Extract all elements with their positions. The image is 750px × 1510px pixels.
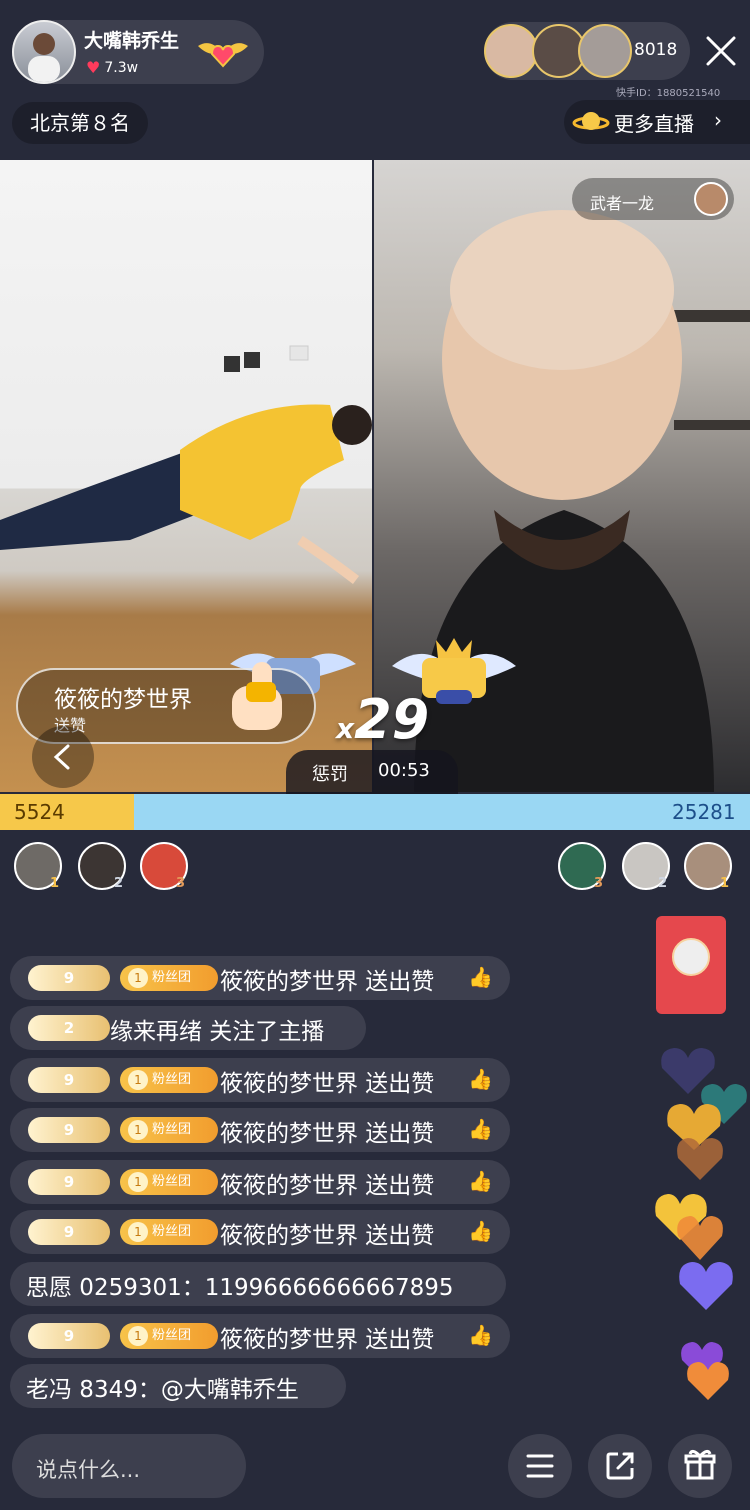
like-emoji-icon: 👍 (468, 1169, 493, 1193)
red-packet-button[interactable] (656, 916, 726, 1014)
chat-text: 筱筱的梦世界 送出赞 (220, 1223, 435, 1249)
chat-text: 筱筱的梦世界 送出赞 (220, 1121, 435, 1147)
wing-heart-badge-icon[interactable] (194, 34, 252, 72)
planet-icon (572, 112, 610, 130)
opponent-avatar[interactable] (694, 182, 728, 216)
host-like-count: ♥ 7.3w (86, 58, 139, 77)
heart-icon: ♥ (86, 58, 101, 77)
chat-text: 缘来再绪 关注了主播 (110, 1019, 325, 1045)
level-badge: 9 (28, 965, 110, 991)
chat-text: 筱筱的梦世界 送出赞 (220, 1173, 435, 1199)
chat-message[interactable]: 9 1 粉丝团 筱筱的梦世界 送出赞 👍 (10, 1210, 510, 1254)
chat-text: 筱筱的梦世界 送出赞 (220, 1071, 435, 1097)
viewer-avatar[interactable] (578, 24, 632, 78)
comment-placeholder: 说点什么... (36, 1458, 141, 1482)
menu-icon (526, 1454, 554, 1478)
contributor-rank: 3 (594, 876, 604, 891)
chat-message[interactable]: 9 1 粉丝团 筱筱的梦世界 送出赞 👍 (10, 956, 510, 1000)
host-name: 大嘴韩乔生 (84, 30, 180, 52)
contributor-rank: 3 (176, 876, 186, 891)
score-left: 5524 (14, 800, 65, 824)
gift-sender-name: 筱筱的梦世界 (54, 687, 192, 713)
gift-button[interactable] (668, 1434, 732, 1498)
fan-club-badge: 1 粉丝团 (120, 1219, 218, 1245)
penalty-timer: 00:53 (378, 760, 430, 781)
like-multiplier: x29 (336, 688, 430, 751)
fan-club-badge: 1 粉丝团 (120, 1323, 218, 1349)
fan-club-badge: 1 粉丝团 (120, 1169, 218, 1195)
opponent-name: 武者一龙 (590, 194, 655, 213)
menu-button[interactable] (508, 1434, 572, 1498)
level-badge: 9 (28, 1169, 110, 1195)
like-emoji-icon: 👍 (468, 1323, 493, 1347)
like-emoji-icon: 👍 (468, 1219, 493, 1243)
score-right: 25281 (672, 800, 736, 824)
red-packet-avatar (672, 938, 710, 976)
level-badge: 9 (28, 1117, 110, 1143)
score-bar-right (134, 794, 750, 830)
thumbs-up-icon (232, 662, 282, 730)
contributor-rank: 2 (658, 876, 668, 891)
like-emoji-icon: 👍 (468, 1117, 493, 1141)
level-badge: 9 (28, 1067, 110, 1093)
city-rank[interactable]: 北京第８名 (12, 102, 148, 144)
fan-club-badge: 1 粉丝团 (120, 1117, 218, 1143)
like-emoji-icon: 👍 (468, 1067, 493, 1091)
share-icon (606, 1452, 634, 1480)
like-emoji-icon: 👍 (468, 965, 493, 989)
viewer-count: 8018 (634, 40, 678, 60)
back-button[interactable] (32, 726, 94, 788)
contributor-rank: 1 (720, 876, 730, 891)
level-badge: 9 (28, 1219, 110, 1245)
back-chevron-icon (53, 744, 70, 770)
floating-hearts (655, 1048, 747, 1400)
chevron-right-icon: › (714, 108, 722, 132)
viewer-avatar[interactable] (484, 24, 538, 78)
account-id: 快手ID：1880521540 (616, 88, 721, 99)
level-badge: 9 (28, 1323, 110, 1349)
close-icon[interactable] (700, 30, 742, 72)
chat-message[interactable]: 2 缘来再绪 关注了主播 (10, 1006, 366, 1050)
host-avatar[interactable] (12, 20, 76, 84)
chat-message[interactable]: 9 1 粉丝团 筱筱的梦世界 送出赞 👍 (10, 1058, 510, 1102)
contributor-rank: 2 (114, 876, 124, 891)
more-live-label: 更多直播 (614, 112, 694, 136)
penalty-label: 惩罚 (312, 764, 348, 785)
chat-message[interactable]: 老冯 8349：@大嘴韩乔生 (10, 1364, 346, 1408)
chat-text: 老冯 8349：@大嘴韩乔生 (26, 1377, 299, 1403)
gift-icon (684, 1449, 716, 1480)
chat-message[interactable]: 9 1 粉丝团 筱筱的梦世界 送出赞 👍 (10, 1314, 510, 1358)
level-badge: 2 (28, 1015, 110, 1041)
contributor-rank: 1 (50, 876, 60, 891)
chat-message[interactable]: 思愿 0259301：11996666666667895 (10, 1262, 506, 1306)
share-button[interactable] (588, 1434, 652, 1498)
chat-message[interactable]: 9 1 粉丝团 筱筱的梦世界 送出赞 👍 (10, 1160, 510, 1204)
chat-text: 筱筱的梦世界 送出赞 (220, 969, 435, 995)
chat-message[interactable]: 9 1 粉丝团 筱筱的梦世界 送出赞 👍 (10, 1108, 510, 1152)
chat-text: 思愿 0259301：11996666666667895 (26, 1275, 454, 1301)
fan-club-badge: 1 粉丝团 (120, 965, 218, 991)
fan-club-badge: 1 粉丝团 (120, 1067, 218, 1093)
chat-text: 筱筱的梦世界 送出赞 (220, 1327, 435, 1353)
